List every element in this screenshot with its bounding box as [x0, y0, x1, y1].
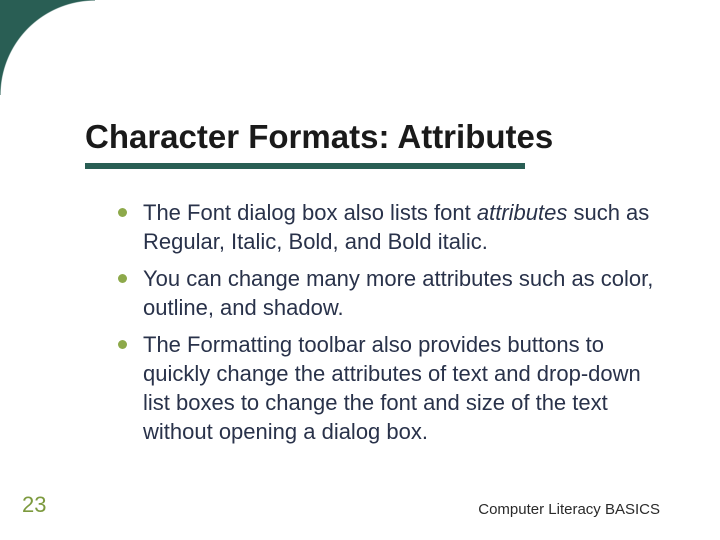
bullet-text: The Font dialog box also lists font attr… [143, 198, 660, 256]
bullet-text-em: attributes [477, 200, 568, 225]
bullet-text-pre: The Formatting toolbar also provides but… [143, 332, 641, 444]
bullet-icon [118, 274, 127, 283]
bullet-text: You can change many more attributes such… [143, 264, 660, 322]
bullet-icon [118, 340, 127, 349]
bullet-list: The Font dialog box also lists font attr… [118, 198, 660, 454]
title-underline [85, 163, 525, 169]
corner-accent [0, 0, 95, 95]
list-item: The Font dialog box also lists font attr… [118, 198, 660, 256]
slide-title: Character Formats: Attributes [85, 118, 680, 156]
bullet-text: The Formatting toolbar also provides but… [143, 330, 660, 446]
list-item: You can change many more attributes such… [118, 264, 660, 322]
list-item: The Formatting toolbar also provides but… [118, 330, 660, 446]
footer-text: Computer Literacy BASICS [478, 501, 660, 518]
slide: Character Formats: Attributes The Font d… [0, 0, 720, 540]
bullet-text-pre: You can change many more attributes such… [143, 266, 653, 320]
bullet-icon [118, 208, 127, 217]
page-number: 23 [22, 492, 46, 518]
bullet-text-pre: The Font dialog box also lists font [143, 200, 477, 225]
